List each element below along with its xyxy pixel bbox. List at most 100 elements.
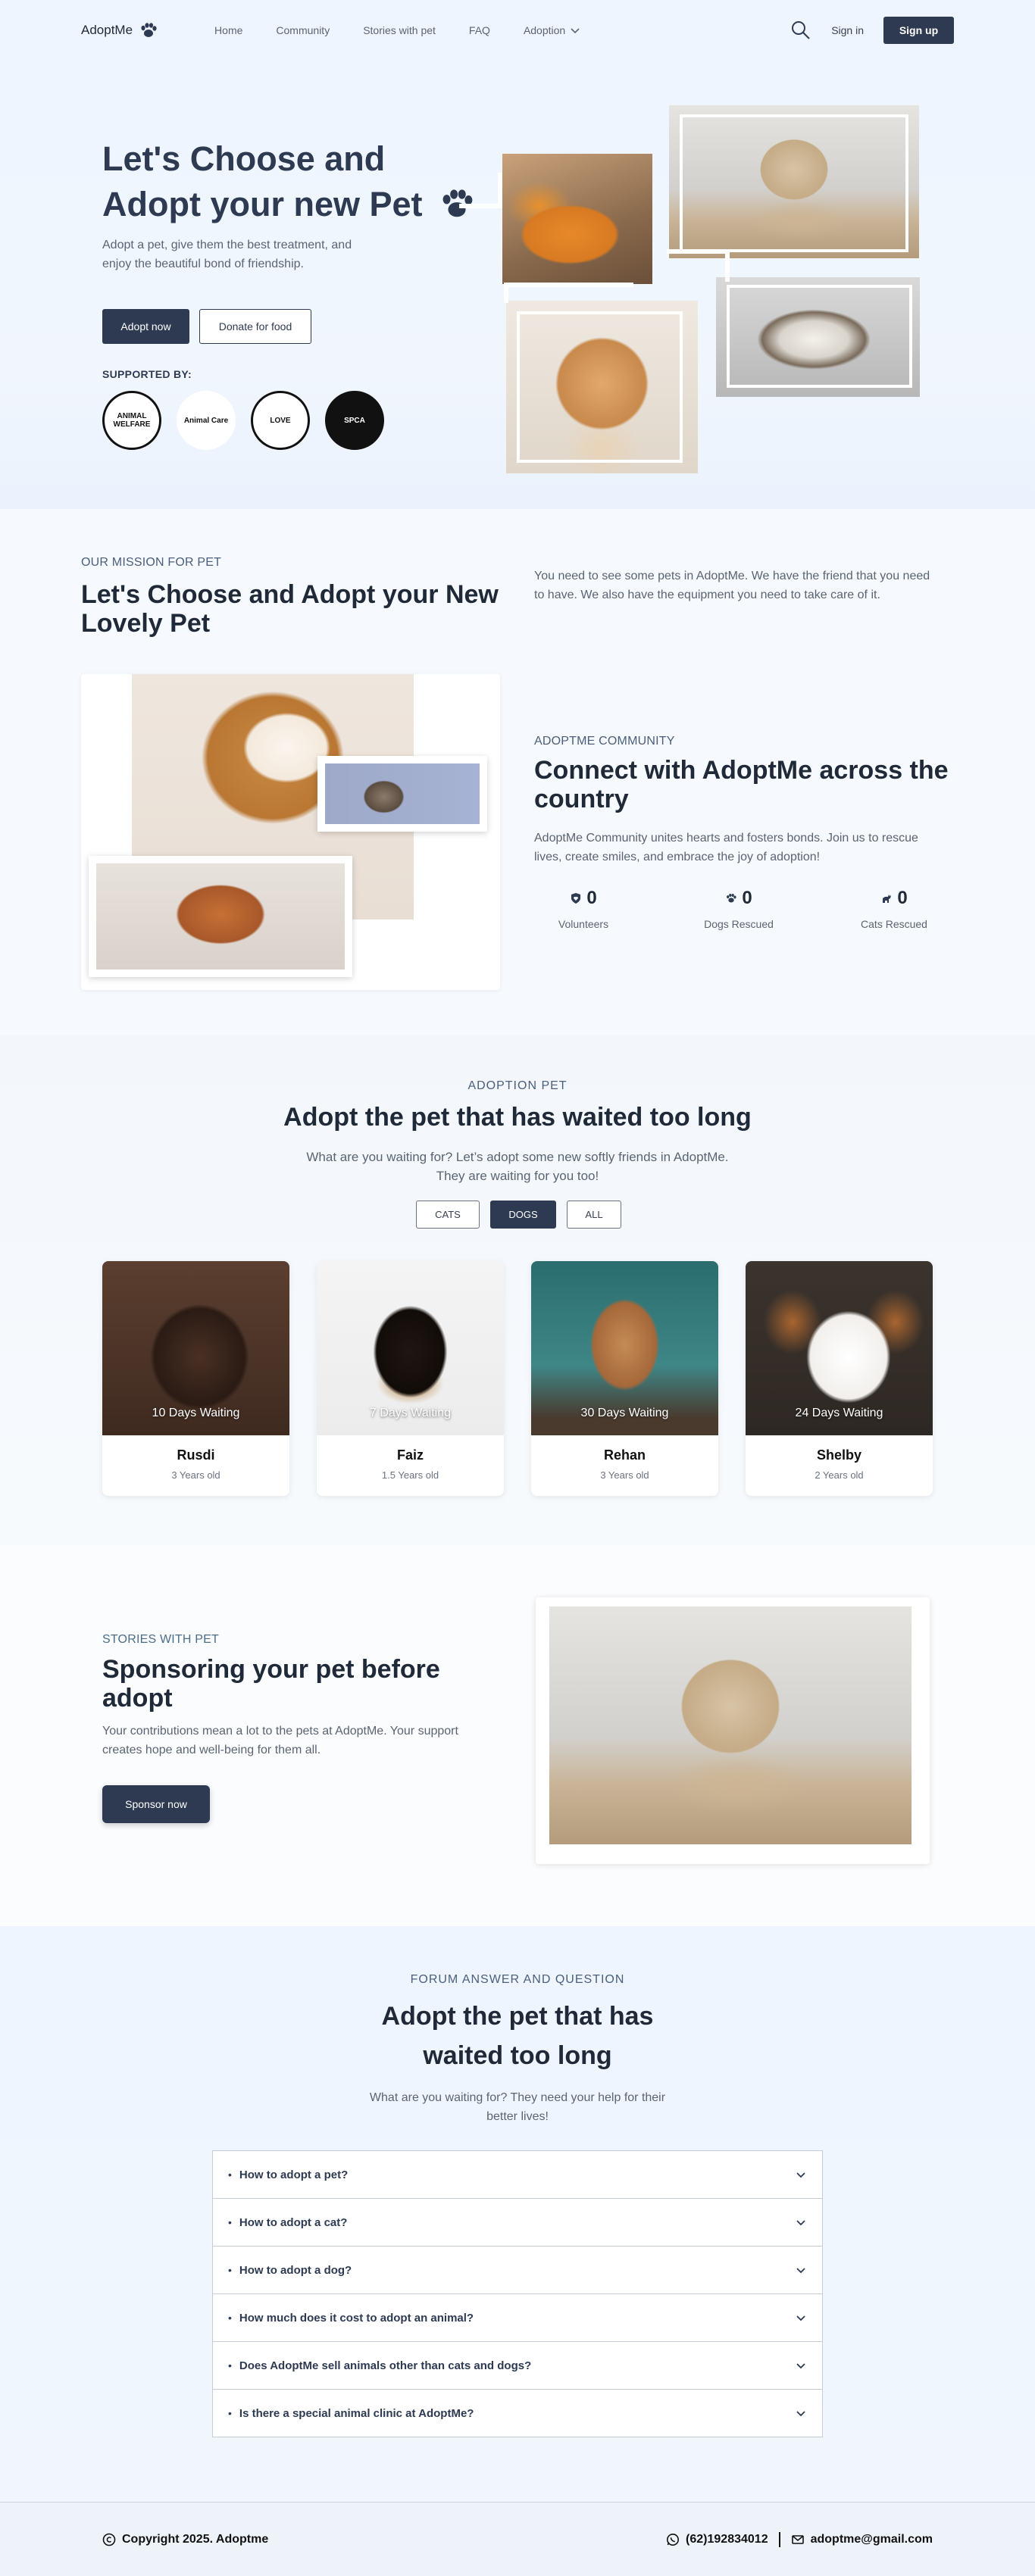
hero-section: Let's Choose and Adopt your new Pet Adop…: [0, 61, 1035, 509]
cat-icon: [883, 895, 892, 903]
nav-link-stories[interactable]: Stories with pet: [363, 24, 436, 36]
bullet-icon: •: [228, 2359, 232, 2371]
stories-desc: Your contributions mean a lot to the pet…: [102, 1725, 458, 1756]
faq-question: How to adopt a pet?: [239, 2168, 349, 2181]
pet-age: 1.5 Years old: [381, 1469, 439, 1481]
stat-label: Volunteers: [558, 918, 609, 930]
shield-heart-icon: [571, 893, 581, 904]
filter-all[interactable]: ALL: [567, 1201, 621, 1229]
pet-name: Rusdi: [177, 1447, 215, 1463]
email-address[interactable]: adoptme@gmail.com: [811, 2533, 933, 2546]
pet-photo: 24 Days Waiting: [746, 1261, 933, 1435]
faq-item[interactable]: • Is there a special animal clinic at Ad…: [212, 2389, 823, 2437]
pet-cards: 10 Days Waiting Rusdi 3 Years old 7 Days…: [102, 1261, 933, 1496]
mission-text: You need to see some pets in AdoptMe. We…: [534, 570, 930, 601]
faq-item[interactable]: • Does AdoptMe sell animals other than c…: [212, 2341, 823, 2390]
collage-photo-dog: [96, 863, 345, 970]
faq-question: Does AdoptMe sell animals other than cat…: [239, 2359, 532, 2372]
adopt-now-button[interactable]: Adopt now: [102, 309, 189, 344]
pet-photo: 10 Days Waiting: [102, 1261, 289, 1435]
stories-title: Sponsoring your pet before adopt: [102, 1655, 440, 1713]
faq-item[interactable]: • How to adopt a pet?: [212, 2150, 823, 2199]
chevron-down-icon: [796, 2220, 805, 2226]
signup-button[interactable]: Sign up: [883, 17, 954, 44]
adoption-eyebrow: ADOPTION PET: [467, 1079, 568, 1092]
footer: Copyright 2025. Adoptme (62)192834012 ad…: [0, 2502, 1035, 2576]
sponsor-now-button[interactable]: Sponsor now: [102, 1785, 210, 1823]
faq-section: FORUM ANSWER AND QUESTION Adopt the pet …: [0, 1926, 1035, 2502]
pet-age: 2 Years old: [815, 1469, 864, 1481]
search-icon[interactable]: [790, 20, 811, 41]
community-eyebrow: ADOPTME COMMUNITY: [534, 735, 675, 748]
community-title: Connect with AdoptMe across the country: [534, 756, 949, 813]
faq-question: How to adopt a cat?: [239, 2215, 348, 2229]
divider: [778, 2531, 780, 2547]
adoption-title: Adopt the pet that has waited too long: [283, 1103, 752, 1132]
phone-number[interactable]: (62)192834012: [686, 2533, 768, 2546]
collage-photo-cat: [325, 763, 480, 824]
nav-link-adoption-label: Adoption: [523, 24, 566, 36]
hero-photo-dog: [669, 105, 919, 258]
donate-button[interactable]: Donate for food: [199, 309, 311, 344]
pet-card[interactable]: 24 Days Waiting Shelby 2 Years old: [746, 1261, 933, 1496]
faq-item[interactable]: • How much does it cost to adopt an anim…: [212, 2293, 823, 2342]
community-desc: AdoptMe Community unites hearts and fost…: [534, 832, 918, 863]
stat-value: 0: [897, 888, 908, 908]
nav-link-community[interactable]: Community: [276, 24, 330, 36]
decor-lines: [504, 249, 730, 303]
pet-card[interactable]: 30 Days Waiting Rehan 3 Years old: [531, 1261, 718, 1496]
filter-dogs[interactable]: DOGS: [490, 1201, 556, 1229]
chevron-down-icon: [796, 2172, 805, 2178]
paw-icon: [727, 894, 736, 903]
filter-cats[interactable]: CATS: [416, 1201, 480, 1229]
pet-waiting: 24 Days Waiting: [795, 1407, 883, 1419]
chevron-down-icon: [796, 2411, 805, 2417]
faq-list: • How to adopt a pet? • How to adopt a c…: [212, 2150, 823, 2437]
pet-photo: 30 Days Waiting: [531, 1261, 718, 1435]
pet-card[interactable]: 7 Days Waiting Faiz 1.5 Years old: [317, 1261, 504, 1496]
stat-volunteers: 0 Volunteers: [534, 888, 633, 930]
faq-item[interactable]: • How to adopt a cat?: [212, 2198, 823, 2247]
bullet-icon: •: [228, 2407, 232, 2419]
faq-title: Adopt the pet that has waited too long: [0, 1997, 1035, 2075]
chevron-down-icon: [571, 28, 580, 34]
stat-label: Dogs Rescued: [704, 918, 774, 930]
adoption-section: ADOPTION PET Adopt the pet that has wait…: [0, 1035, 1035, 1545]
mission-section: OUR MISSION FOR PET Let's Choose and Ado…: [0, 509, 1035, 1035]
stat-dogs: 0 Dogs Rescued: [689, 888, 788, 930]
adoption-subtitle: What are you waiting for? Let’s adopt so…: [306, 1150, 729, 1183]
paw-icon: [141, 23, 157, 37]
pet-name: Shelby: [816, 1447, 862, 1463]
signin-link[interactable]: Sign in: [831, 24, 864, 36]
hero-photo-puppy: [506, 301, 698, 473]
supporter-logo: LOVE: [251, 391, 310, 450]
hero-subtitle: Adopt a pet, give them the best treatmen…: [102, 239, 352, 270]
brand-logo[interactable]: AdoptMe: [81, 22, 158, 39]
nav-link-adoption[interactable]: Adoption: [524, 24, 580, 36]
contact-info: (62)192834012 adoptme@gmail.com: [666, 2531, 933, 2547]
supporter-logo: ANIMAL WELFARE: [102, 391, 161, 450]
community-stats: 0 Volunteers 0 Dogs Rescued 0 Cats Rescu…: [534, 888, 943, 930]
bullet-icon: •: [228, 2169, 232, 2181]
pet-filters: CATS DOGS ALL: [416, 1201, 621, 1229]
pet-name: Rehan: [603, 1447, 646, 1463]
stat-value: 0: [742, 888, 752, 908]
top-nav: AdoptMe Home Community Stories with pet …: [0, 0, 1035, 61]
bullet-icon: •: [228, 2264, 232, 2276]
faq-title-line: waited too long: [423, 2041, 612, 2070]
pet-card[interactable]: 10 Days Waiting Rusdi 3 Years old: [102, 1261, 289, 1496]
stat-value: 0: [586, 888, 597, 908]
faq-eyebrow: FORUM ANSWER AND QUESTION: [410, 1973, 625, 1986]
copyright-text: Copyright 2025. Adoptme: [122, 2532, 269, 2546]
mission-eyebrow: OUR MISSION FOR PET: [81, 556, 222, 569]
supporter-logo: SPCA: [325, 391, 384, 450]
nav-link-home[interactable]: Home: [214, 24, 242, 36]
mission-title: Let's Choose and Adopt your New Lovely P…: [81, 580, 499, 638]
nav-link-faq[interactable]: FAQ: [469, 24, 490, 36]
faq-item[interactable]: • How to adopt a dog?: [212, 2246, 823, 2294]
mail-icon: [791, 2534, 804, 2544]
faq-title-line: Adopt the pet that has: [381, 2002, 654, 2031]
chevron-down-icon: [796, 2315, 805, 2322]
pet-waiting: 7 Days Waiting: [370, 1407, 451, 1419]
copyright-icon: [102, 2533, 116, 2546]
